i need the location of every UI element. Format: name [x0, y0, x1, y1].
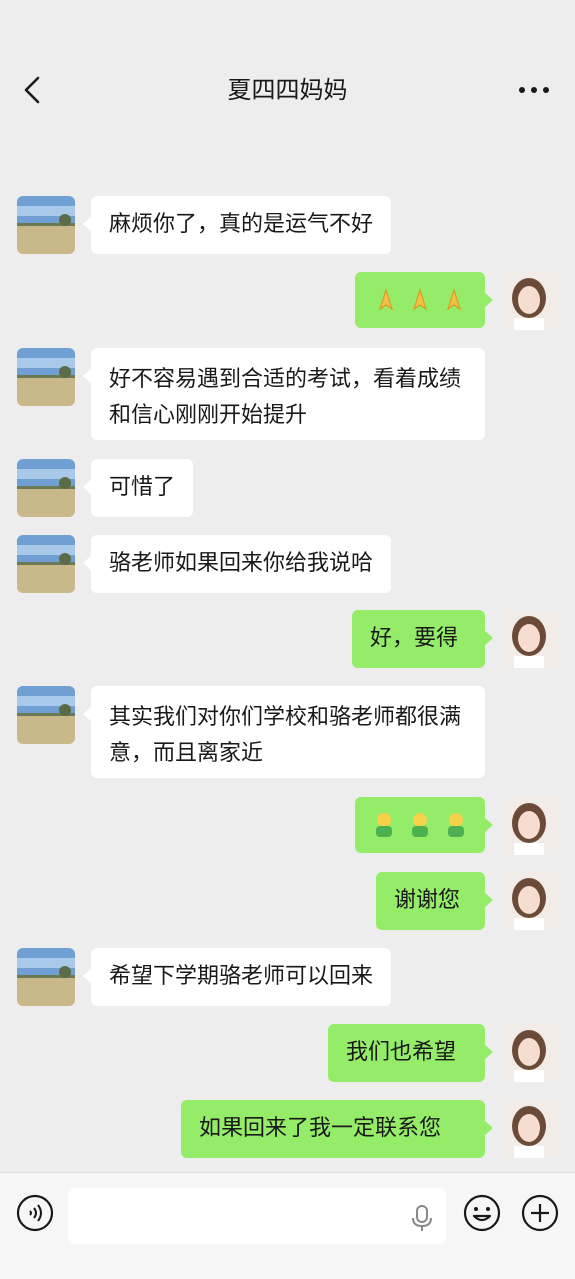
message-text: 好，要得 [370, 626, 459, 651]
chat-input-bar [0, 1172, 575, 1279]
pray-emoji-icon [378, 288, 394, 311]
contact-avatar[interactable] [17, 196, 75, 254]
thanks-emoji-row [370, 811, 470, 839]
pray-emoji-icon [412, 288, 428, 311]
microphone-icon[interactable] [410, 1204, 434, 1232]
message-bubble-outgoing: 如果回来了我一定联系您 [181, 1100, 493, 1158]
more-horizontal-icon[interactable] [518, 84, 550, 96]
message-bubble-outgoing [355, 272, 493, 328]
message-bubble-outgoing: 好，要得 [352, 610, 493, 668]
my-avatar[interactable] [500, 1024, 558, 1082]
my-avatar[interactable] [500, 797, 558, 855]
contact-avatar[interactable] [17, 459, 75, 517]
my-avatar[interactable] [500, 272, 558, 330]
message-bubble-incoming: 骆老师如果回来你给我说哈 [82, 535, 392, 593]
message-text: 可惜了 [109, 475, 176, 500]
message-text: 骆老师如果回来你给我说哈 [109, 551, 374, 576]
plus-icon[interactable] [520, 1193, 560, 1233]
message-text: 其实我们对你们学校和骆老师都很满意，而且离家近 [109, 705, 462, 766]
voice-icon[interactable] [15, 1193, 55, 1233]
message-bubble-incoming: 其实我们对你们学校和骆老师都很满意，而且离家近 [83, 686, 485, 778]
message-text: 麻烦你了，真的是运气不好 [109, 212, 374, 237]
message-bubble-incoming: 麻烦你了，真的是运气不好 [82, 196, 392, 254]
thanks-emoji-icon [376, 813, 392, 837]
message-bubble-outgoing: 我们也希望 [328, 1024, 493, 1082]
message-bubble-incoming: 可惜了 [82, 459, 194, 517]
contact-avatar[interactable] [17, 348, 75, 406]
message-bubble-outgoing: 谢谢您 [376, 872, 493, 930]
chat-title: 夏四四妈妈 [227, 76, 348, 104]
message-bubble-outgoing [355, 797, 493, 853]
message-text: 我们也希望 [346, 1040, 457, 1065]
message-bubble-incoming: 希望下学期骆老师可以回来 [82, 948, 392, 1006]
my-avatar[interactable] [500, 610, 558, 668]
thanks-emoji-icon [448, 813, 464, 837]
contact-avatar[interactable] [17, 535, 75, 593]
message-text: 如果回来了我一定联系您 [199, 1116, 442, 1141]
emoji-icon[interactable] [462, 1193, 502, 1233]
message-text: 谢谢您 [394, 888, 461, 913]
contact-avatar[interactable] [17, 948, 75, 1006]
message-bubble-incoming: 好不容易遇到合适的考试，看着成绩和信心刚刚开始提升 [83, 348, 485, 440]
message-text: 希望下学期骆老师可以回来 [109, 964, 374, 989]
pray-emoji-row [373, 287, 467, 313]
chat-header: 夏四四妈妈 [0, 0, 575, 128]
contact-avatar[interactable] [17, 686, 75, 744]
thanks-emoji-icon [412, 813, 428, 837]
pray-emoji-icon [446, 288, 462, 311]
message-text: 好不容易遇到合适的考试，看着成绩和信心刚刚开始提升 [109, 367, 462, 428]
my-avatar[interactable] [500, 872, 558, 930]
message-input[interactable] [68, 1188, 446, 1244]
my-avatar[interactable] [500, 1100, 558, 1158]
